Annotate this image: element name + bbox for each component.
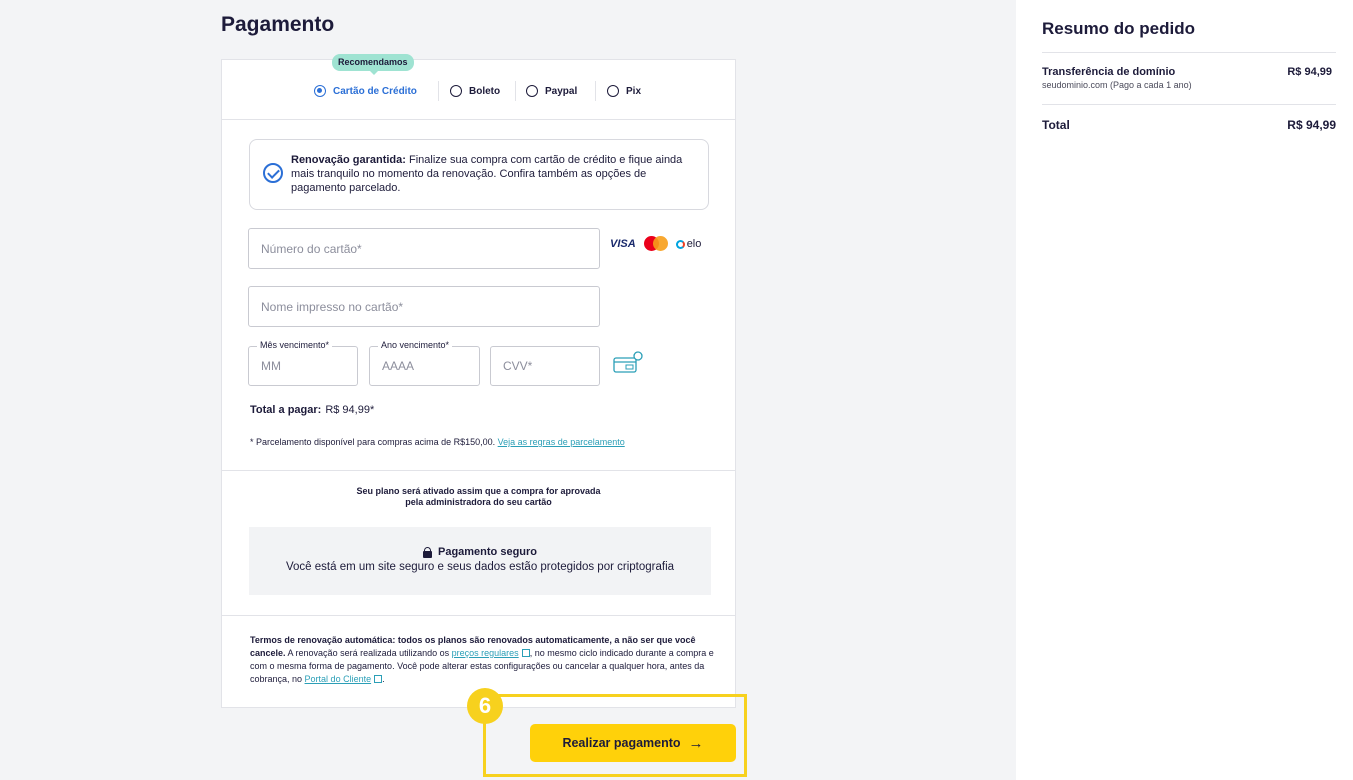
step-number-badge: 6 bbox=[467, 688, 503, 724]
tab-paypal[interactable]: Paypal bbox=[526, 82, 577, 100]
renewal-notice: Renovação garantida: Finalize sua compra… bbox=[249, 139, 709, 210]
expiry-month-field[interactable]: Mês vencimento* bbox=[248, 340, 358, 386]
mastercard-icon bbox=[643, 236, 668, 252]
tab-divider bbox=[438, 81, 439, 101]
summary-item-price: R$ 94,99 bbox=[1287, 66, 1332, 78]
cvv-help-icon[interactable] bbox=[613, 351, 643, 373]
order-summary-title: Resumo do pedido bbox=[1042, 19, 1195, 38]
summary-item-detail: seudominio.com (Pago a cada 1 ano) bbox=[1042, 80, 1192, 90]
card-name-field[interactable] bbox=[248, 286, 600, 327]
card-brands: VISA elo bbox=[610, 236, 701, 252]
customer-portal-link[interactable]: Portal do Cliente bbox=[305, 674, 372, 684]
expiry-year-label: Ano vencimento* bbox=[378, 340, 453, 350]
installment-rules-link[interactable]: Veja as regras de parcelamento bbox=[498, 437, 625, 447]
external-link-icon bbox=[521, 649, 530, 657]
check-circle-icon bbox=[263, 163, 283, 183]
realizar-pagamento-button[interactable]: Realizar pagamento → bbox=[530, 724, 736, 762]
expiry-year-field[interactable]: Ano vencimento* bbox=[369, 340, 480, 386]
regular-prices-link[interactable]: preços regulares bbox=[452, 648, 519, 658]
divider bbox=[1042, 52, 1336, 53]
card-name-input[interactable] bbox=[249, 287, 599, 326]
total-to-pay-value: R$ 94,99* bbox=[325, 404, 375, 416]
tab-credit-card[interactable]: Cartão de Crédito bbox=[314, 82, 417, 100]
radio-credit-card[interactable] bbox=[314, 85, 326, 97]
tab-paypal-label: Paypal bbox=[545, 85, 578, 97]
plan-activation-note: Seu plano será ativado assim que a compr… bbox=[356, 486, 601, 507]
expiry-month-label: Mês vencimento* bbox=[257, 340, 333, 350]
card-number-input[interactable] bbox=[249, 229, 599, 268]
tab-divider bbox=[515, 81, 516, 101]
tab-pix-label: Pix bbox=[626, 85, 642, 97]
tab-pix[interactable]: Pix bbox=[607, 82, 641, 100]
pay-button-label: Realizar pagamento bbox=[562, 736, 681, 750]
lock-icon bbox=[422, 546, 432, 558]
order-summary-panel bbox=[1016, 0, 1353, 780]
payment-section: Pagamento Recomendamos Cartão de Crédito… bbox=[0, 0, 1016, 780]
total-to-pay-label: Total a pagar: bbox=[250, 404, 322, 416]
tab-divider bbox=[595, 81, 596, 101]
divider bbox=[222, 615, 735, 616]
secure-payment-text: Você está em um site seguro e seus dados… bbox=[285, 561, 675, 573]
secure-payment-box: Pagamento seguro Você está em um site se… bbox=[249, 527, 711, 595]
divider bbox=[1042, 104, 1336, 105]
radio-boleto[interactable] bbox=[450, 85, 462, 97]
external-link-icon bbox=[374, 675, 383, 683]
renewal-terms: Termos de renovação automática: todos os… bbox=[250, 635, 714, 684]
cvv-input[interactable] bbox=[491, 347, 599, 385]
elo-icon: elo bbox=[675, 238, 701, 250]
summary-item-name: Transferência de domínio bbox=[1042, 66, 1176, 78]
summary-total-label: Total bbox=[1042, 118, 1070, 132]
arrow-right-icon: → bbox=[688, 734, 704, 752]
payment-card: Recomendamos Cartão de Crédito Boleto Pa… bbox=[221, 54, 736, 708]
radio-paypal[interactable] bbox=[526, 85, 538, 97]
installment-note: * Parcelamento disponível para compras a… bbox=[250, 437, 625, 447]
expiry-month-input[interactable] bbox=[249, 347, 357, 385]
tab-boleto[interactable]: Boleto bbox=[450, 82, 500, 100]
divider bbox=[222, 470, 735, 471]
payment-method-tabs: Recomendamos Cartão de Crédito Boleto Pa… bbox=[222, 54, 735, 120]
tab-credit-card-label: Cartão de Crédito bbox=[333, 85, 417, 97]
cvv-field[interactable] bbox=[490, 346, 600, 386]
expiry-year-input[interactable] bbox=[370, 347, 479, 385]
summary-total-value: R$ 94,99 bbox=[1287, 118, 1336, 132]
visa-icon: VISA bbox=[610, 238, 636, 250]
radio-pix[interactable] bbox=[607, 85, 619, 97]
total-to-pay: Total a pagar: R$ 94,99* bbox=[250, 404, 374, 416]
page-title: Pagamento bbox=[221, 13, 335, 36]
renewal-notice-text: Renovação garantida: Finalize sua compra… bbox=[291, 154, 683, 194]
card-number-field[interactable] bbox=[248, 228, 600, 269]
tab-boleto-label: Boleto bbox=[469, 85, 501, 97]
secure-payment-title: Pagamento seguro bbox=[437, 546, 538, 558]
recommended-badge: Recomendamos bbox=[332, 54, 414, 75]
